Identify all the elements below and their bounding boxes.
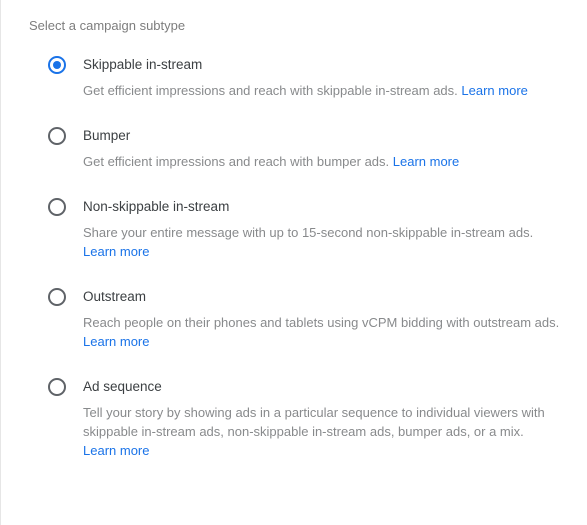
option-desc-text: Tell your story by showing ads in a part… [83,405,545,439]
option-outstream[interactable]: Outstream Reach people on their phones a… [47,287,565,351]
option-desc-text: Get efficient impressions and reach with… [83,154,389,169]
option-bumper[interactable]: Bumper Get efficient impressions and rea… [47,126,565,171]
option-non-skippable-in-stream[interactable]: Non-skippable in-stream Share your entir… [47,197,565,261]
option-body: Bumper Get efficient impressions and rea… [83,126,565,171]
section-title: Select a campaign subtype [29,18,565,33]
option-title: Ad sequence [83,377,565,397]
option-description: Reach people on their phones and tablets… [83,313,565,351]
radio-icon [48,127,66,145]
radio-bumper[interactable] [47,126,67,146]
radio-icon [48,56,66,74]
radio-icon [48,198,66,216]
option-desc-text: Get efficient impressions and reach with… [83,83,458,98]
radio-icon [48,378,66,396]
option-title: Bumper [83,126,565,146]
option-title: Non-skippable in-stream [83,197,565,217]
option-title: Skippable in-stream [83,55,565,75]
learn-more-link[interactable]: Learn more [83,334,149,349]
learn-more-link[interactable]: Learn more [461,83,527,98]
option-body: Ad sequence Tell your story by showing a… [83,377,565,460]
option-description: Share your entire message with up to 15-… [83,223,565,261]
campaign-subtype-panel: Select a campaign subtype Skippable in-s… [1,0,587,504]
option-description: Get efficient impressions and reach with… [83,152,565,171]
option-desc-text: Share your entire message with up to 15-… [83,225,533,240]
learn-more-link[interactable]: Learn more [83,443,149,458]
option-title: Outstream [83,287,565,307]
option-list: Skippable in-stream Get efficient impres… [29,55,565,460]
radio-ad-sequence[interactable] [47,377,67,397]
learn-more-link[interactable]: Learn more [83,244,149,259]
option-ad-sequence[interactable]: Ad sequence Tell your story by showing a… [47,377,565,460]
radio-icon [48,288,66,306]
radio-outstream[interactable] [47,287,67,307]
radio-skippable-in-stream[interactable] [47,55,67,75]
radio-non-skippable-in-stream[interactable] [47,197,67,217]
learn-more-link[interactable]: Learn more [393,154,459,169]
option-body: Skippable in-stream Get efficient impres… [83,55,565,100]
option-description: Tell your story by showing ads in a part… [83,403,565,460]
option-body: Non-skippable in-stream Share your entir… [83,197,565,261]
option-skippable-in-stream[interactable]: Skippable in-stream Get efficient impres… [47,55,565,100]
option-body: Outstream Reach people on their phones a… [83,287,565,351]
option-description: Get efficient impressions and reach with… [83,81,565,100]
option-desc-text: Reach people on their phones and tablets… [83,315,559,330]
